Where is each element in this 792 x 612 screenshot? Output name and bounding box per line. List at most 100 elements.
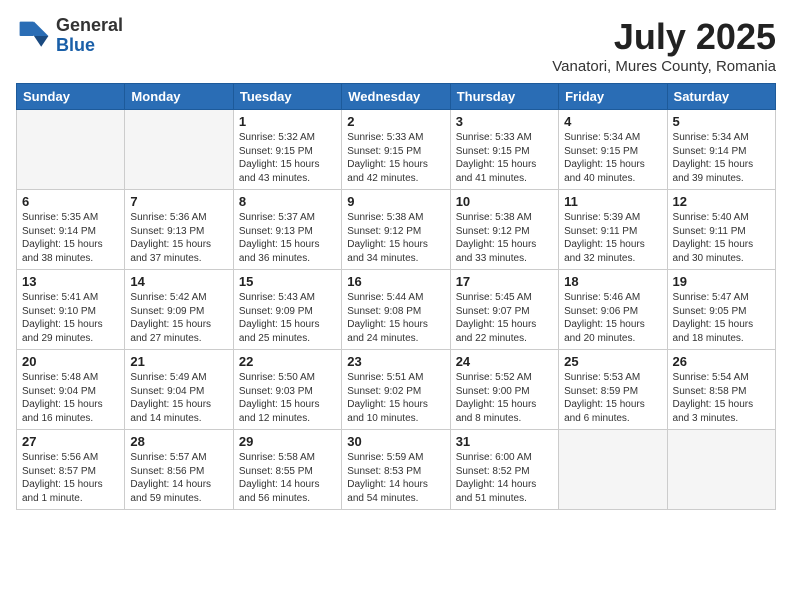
calendar-cell: 30 Sunrise: 5:59 AMSunset: 8:53 PMDayligh…: [342, 430, 450, 510]
calendar-cell: 2 Sunrise: 5:33 AMSunset: 9:15 PMDaylight…: [342, 110, 450, 190]
day-number: 25: [564, 354, 661, 369]
weekday-header-sunday: Sunday: [17, 84, 125, 110]
calendar-cell: 18Sunrise: 5:46 AMSunset: 9:06 PMDayligh…: [559, 270, 667, 350]
calendar-cell: 3Sunrise: 5:33 AMSunset: 9:15 PMDaylight…: [450, 110, 558, 190]
day-info: Sunrise: 5:57 AMSunset: 8:56 PMDaylight:…: [130, 451, 227, 505]
day-info: Sunrise: 5:42 AMSunset: 9:09 PMDaylight:…: [130, 291, 227, 345]
calendar-cell: 31 Sunrise: 6:00 AMSunset: 8:52 PMDayligh…: [450, 430, 558, 510]
day-number: 23: [347, 354, 444, 369]
day-info: Sunrise: 5:49 AMSunset: 9:04 PMDaylight:…: [130, 371, 227, 425]
logo-general: General: [56, 15, 123, 35]
calendar-cell: 5Sunrise: 5:34 AMSunset: 9:14 PMDaylight…: [667, 110, 775, 190]
calendar: SundayMondayTuesdayWednesdayThursdayFrid…: [16, 83, 776, 510]
calendar-cell: 9 Sunrise: 5:38 AMSunset: 9:12 PMDaylight…: [342, 190, 450, 270]
logo-blue: Blue: [56, 35, 95, 55]
calendar-week-1: 1 Sunrise: 5:32 AMSunset: 9:15 PMDaylight…: [17, 110, 776, 190]
calendar-cell: [17, 110, 125, 190]
calendar-cell: 15 Sunrise: 5:43 AMSunset: 9:09 PMDayligh…: [233, 270, 341, 350]
day-info: Sunrise: 5:37 AMSunset: 9:13 PMDaylight:…: [239, 211, 336, 265]
day-info: Sunrise: 5:35 AMSunset: 9:14 PMDaylight:…: [22, 211, 119, 265]
calendar-cell: 6 Sunrise: 5:35 AMSunset: 9:14 PMDaylight…: [17, 190, 125, 270]
day-number: 24: [456, 354, 553, 369]
month-year: July 2025: [552, 16, 776, 58]
day-info: Sunrise: 5:50 AMSunset: 9:03 PMDaylight:…: [239, 371, 336, 425]
day-info: Sunrise: 5:38 AMSunset: 9:12 PMDaylight:…: [347, 211, 444, 265]
calendar-week-5: 27 Sunrise: 5:56 AMSunset: 8:57 PMDayligh…: [17, 430, 776, 510]
day-number: 4: [564, 114, 661, 129]
day-number: 18: [564, 274, 661, 289]
calendar-cell: 11 Sunrise: 5:39 AMSunset: 9:11 PMDayligh…: [559, 190, 667, 270]
day-number: 21: [130, 354, 227, 369]
weekday-header-tuesday: Tuesday: [233, 84, 341, 110]
calendar-cell: 29Sunrise: 5:58 AMSunset: 8:55 PMDayligh…: [233, 430, 341, 510]
day-number: 26: [673, 354, 770, 369]
calendar-cell: 19 Sunrise: 5:47 AMSunset: 9:05 PMDayligh…: [667, 270, 775, 350]
day-number: 11: [564, 194, 661, 209]
calendar-cell: 10Sunrise: 5:38 AMSunset: 9:12 PMDayligh…: [450, 190, 558, 270]
day-info: Sunrise: 5:53 AMSunset: 8:59 PMDaylight:…: [564, 371, 661, 425]
day-info: Sunrise: 5:54 AMSunset: 8:58 PMDaylight:…: [673, 371, 770, 425]
day-number: 16: [347, 274, 444, 289]
day-info: Sunrise: 5:45 AMSunset: 9:07 PMDaylight:…: [456, 291, 553, 345]
day-number: 12: [673, 194, 770, 209]
day-number: 8: [239, 194, 336, 209]
day-info: Sunrise: 5:48 AMSunset: 9:04 PMDaylight:…: [22, 371, 119, 425]
calendar-cell: 4 Sunrise: 5:34 AMSunset: 9:15 PMDaylight…: [559, 110, 667, 190]
day-info: Sunrise: 5:43 AMSunset: 9:09 PMDaylight:…: [239, 291, 336, 345]
calendar-cell: 28 Sunrise: 5:57 AMSunset: 8:56 PMDayligh…: [125, 430, 233, 510]
calendar-cell: 17Sunrise: 5:45 AMSunset: 9:07 PMDayligh…: [450, 270, 558, 350]
weekday-header-wednesday: Wednesday: [342, 84, 450, 110]
title-block: July 2025 Vanatori, Mures County, Romani…: [552, 16, 776, 75]
day-number: 19: [673, 274, 770, 289]
calendar-cell: 27 Sunrise: 5:56 AMSunset: 8:57 PMDayligh…: [17, 430, 125, 510]
location: Vanatori, Mures County, Romania: [552, 58, 776, 75]
day-number: 1: [239, 114, 336, 129]
day-number: 29: [239, 434, 336, 449]
day-number: 14: [130, 274, 227, 289]
day-number: 22: [239, 354, 336, 369]
calendar-cell: 24 Sunrise: 5:52 AMSunset: 9:00 PMDayligh…: [450, 350, 558, 430]
logo: General Blue: [16, 16, 123, 56]
logo-text: General Blue: [56, 16, 123, 56]
day-info: Sunrise: 5:39 AMSunset: 9:11 PMDaylight:…: [564, 211, 661, 265]
day-info: Sunrise: 5:38 AMSunset: 9:12 PMDaylight:…: [456, 211, 553, 265]
calendar-week-2: 6 Sunrise: 5:35 AMSunset: 9:14 PMDaylight…: [17, 190, 776, 270]
day-number: 15: [239, 274, 336, 289]
calendar-cell: 26 Sunrise: 5:54 AMSunset: 8:58 PMDayligh…: [667, 350, 775, 430]
calendar-cell: [667, 430, 775, 510]
weekday-header-friday: Friday: [559, 84, 667, 110]
calendar-cell: 8 Sunrise: 5:37 AMSunset: 9:13 PMDaylight…: [233, 190, 341, 270]
calendar-cell: 20 Sunrise: 5:48 AMSunset: 9:04 PMDayligh…: [17, 350, 125, 430]
day-number: 9: [347, 194, 444, 209]
day-number: 27: [22, 434, 119, 449]
weekday-header-saturday: Saturday: [667, 84, 775, 110]
day-info: Sunrise: 5:33 AMSunset: 9:15 PMDaylight:…: [456, 131, 553, 185]
weekday-header-thursday: Thursday: [450, 84, 558, 110]
day-number: 28: [130, 434, 227, 449]
calendar-cell: [125, 110, 233, 190]
calendar-cell: 16Sunrise: 5:44 AMSunset: 9:08 PMDayligh…: [342, 270, 450, 350]
day-info: Sunrise: 5:56 AMSunset: 8:57 PMDaylight:…: [22, 451, 119, 505]
calendar-cell: 13Sunrise: 5:41 AMSunset: 9:10 PMDayligh…: [17, 270, 125, 350]
calendar-week-4: 20 Sunrise: 5:48 AMSunset: 9:04 PMDayligh…: [17, 350, 776, 430]
day-info: Sunrise: 5:34 AMSunset: 9:15 PMDaylight:…: [564, 131, 661, 185]
day-info: Sunrise: 5:36 AMSunset: 9:13 PMDaylight:…: [130, 211, 227, 265]
day-info: Sunrise: 5:33 AMSunset: 9:15 PMDaylight:…: [347, 131, 444, 185]
day-info: Sunrise: 5:52 AMSunset: 9:00 PMDaylight:…: [456, 371, 553, 425]
day-info: Sunrise: 5:59 AMSunset: 8:53 PMDaylight:…: [347, 451, 444, 505]
day-info: Sunrise: 5:32 AMSunset: 9:15 PMDaylight:…: [239, 131, 336, 185]
calendar-cell: 22 Sunrise: 5:50 AMSunset: 9:03 PMDayligh…: [233, 350, 341, 430]
day-info: Sunrise: 5:40 AMSunset: 9:11 PMDaylight:…: [673, 211, 770, 265]
calendar-cell: 1 Sunrise: 5:32 AMSunset: 9:15 PMDaylight…: [233, 110, 341, 190]
day-number: 2: [347, 114, 444, 129]
day-info: Sunrise: 5:47 AMSunset: 9:05 PMDaylight:…: [673, 291, 770, 345]
day-info: Sunrise: 5:34 AMSunset: 9:14 PMDaylight:…: [673, 131, 770, 185]
page-header: General Blue July 2025 Vanatori, Mures C…: [16, 16, 776, 75]
weekday-header-monday: Monday: [125, 84, 233, 110]
day-number: 7: [130, 194, 227, 209]
day-number: 6: [22, 194, 119, 209]
day-number: 31: [456, 434, 553, 449]
day-info: Sunrise: 6:00 AMSunset: 8:52 PMDaylight:…: [456, 451, 553, 505]
day-number: 20: [22, 354, 119, 369]
day-number: 30: [347, 434, 444, 449]
